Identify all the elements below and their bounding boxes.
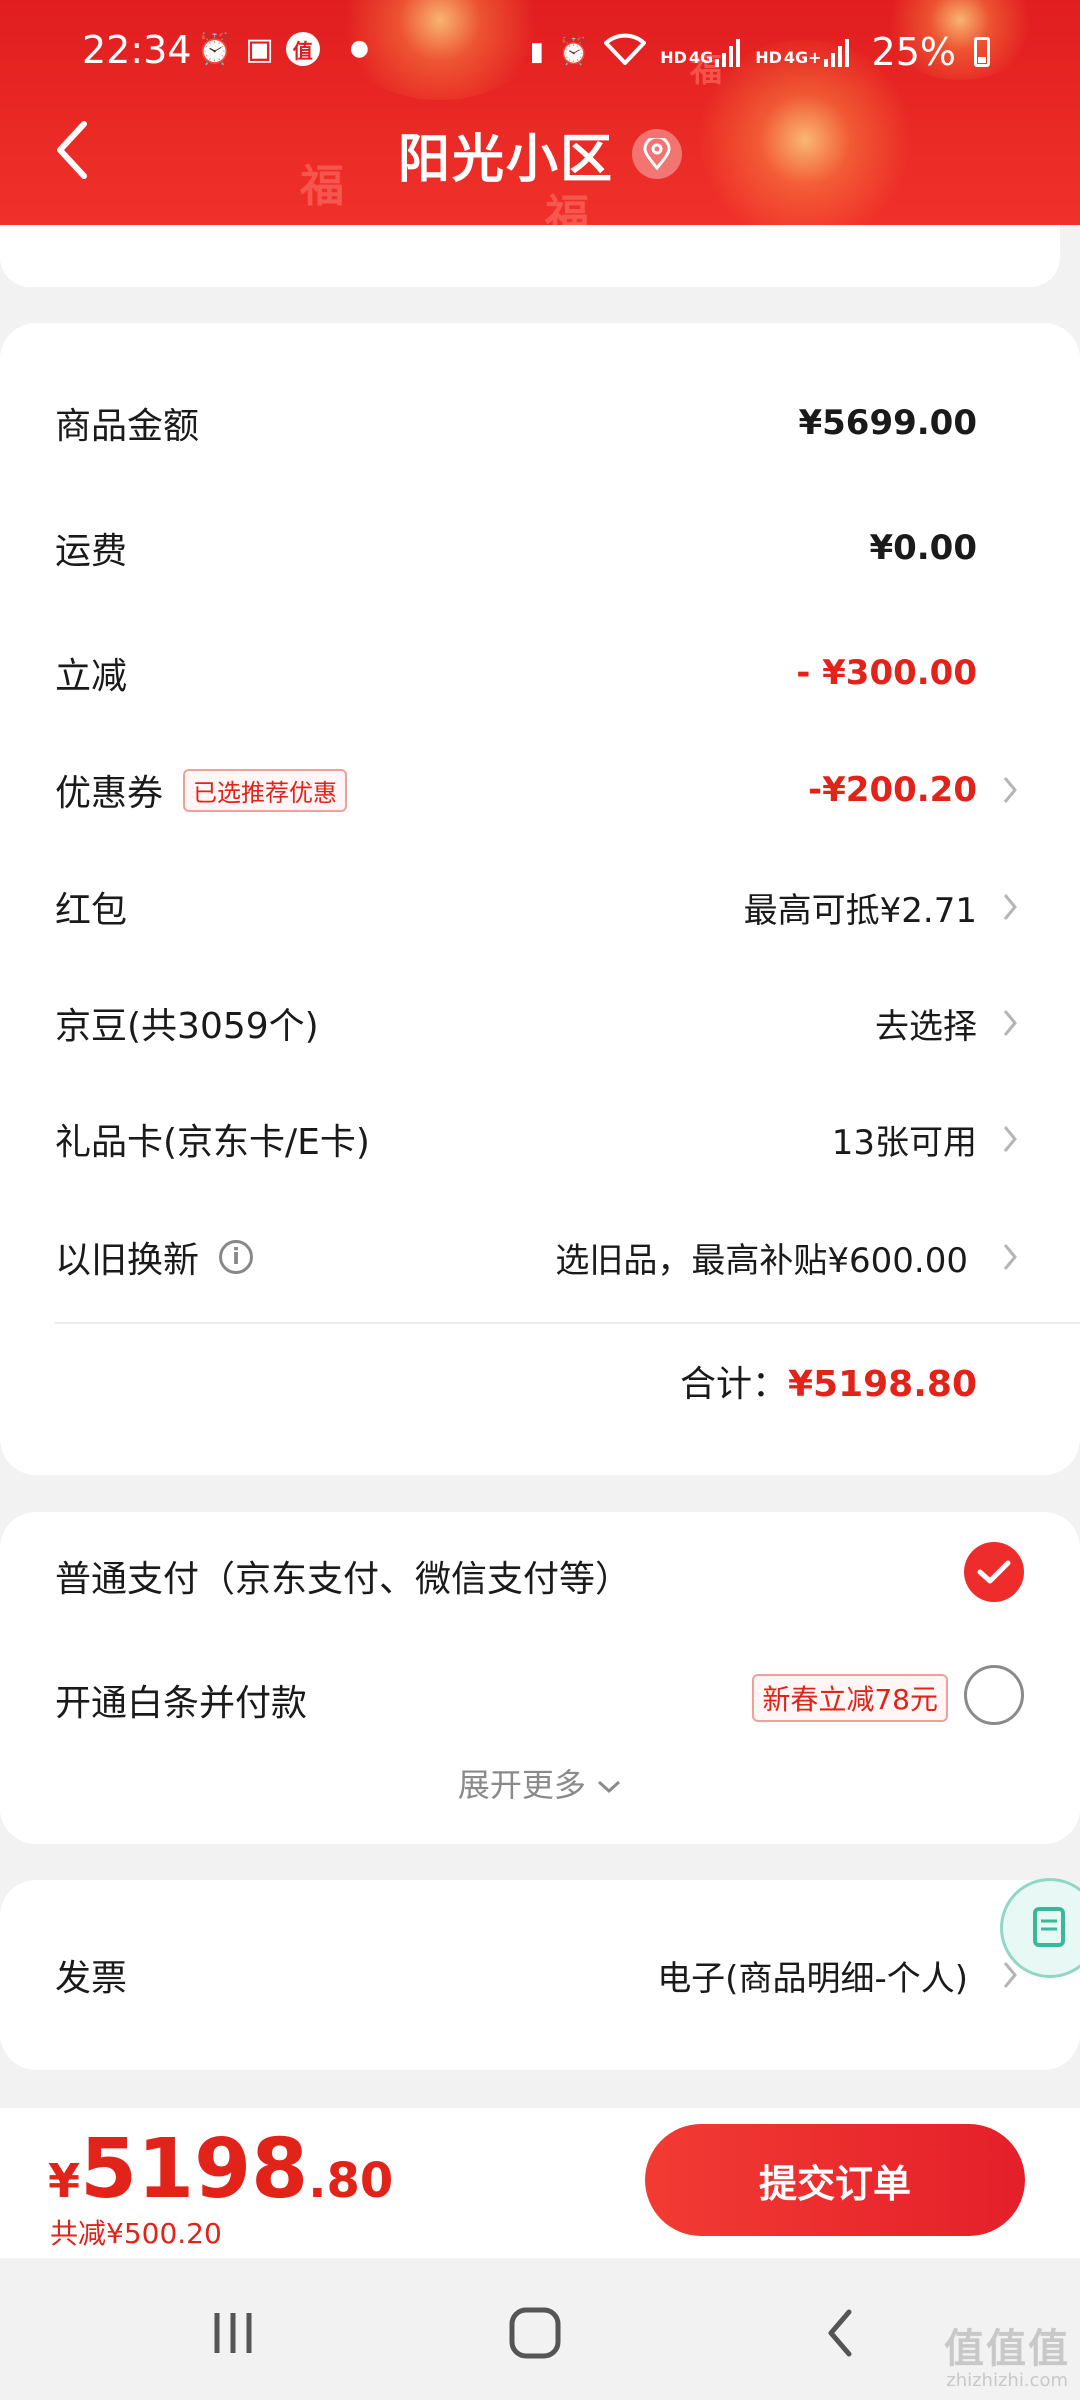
watermark-logo: 值值值 bbox=[944, 2326, 1070, 2372]
home-button[interactable] bbox=[500, 2298, 570, 2368]
page-title[interactable]: 阳光小区 bbox=[398, 117, 614, 192]
location-button[interactable] bbox=[632, 129, 682, 179]
home-icon bbox=[509, 2307, 561, 2359]
system-nav-bar bbox=[0, 2258, 1080, 2400]
checkout-bar: ¥ 5198 .80 共减¥500.20 提交订单 bbox=[0, 2108, 1080, 2258]
chevron-right-icon bbox=[1003, 894, 1017, 920]
alarm-icon: ⏰ bbox=[196, 32, 234, 67]
summary-row-trade-in[interactable]: 以旧换新 i 选旧品，最高补贴¥600.00 bbox=[55, 1212, 1080, 1302]
battery-percent: 25% bbox=[871, 30, 956, 74]
watermark-url: zhizhizhi.com bbox=[946, 2370, 1068, 2391]
receipt-icon bbox=[1033, 1907, 1065, 1947]
row-value: 13张可用 bbox=[831, 1122, 977, 1163]
gallery-icon: ▣ bbox=[245, 32, 274, 67]
payment-option-baitiao-radio[interactable] bbox=[964, 1665, 1024, 1725]
row-value: ¥0.00 bbox=[869, 528, 977, 568]
recent-apps-icon bbox=[214, 2313, 252, 2353]
row-value: 选旧品，最高补贴¥600.00 bbox=[555, 1240, 968, 1281]
row-value: -¥200.20 bbox=[808, 770, 977, 810]
final-price: ¥ 5198 .80 bbox=[48, 2122, 393, 2217]
row-value: 电子(商品明细-个人) bbox=[657, 1958, 968, 1999]
recent-apps-button[interactable] bbox=[198, 2298, 268, 2368]
row-label: 优惠券 已选推荐优惠 bbox=[55, 764, 348, 816]
chevron-right-icon bbox=[1003, 1010, 1017, 1036]
row-value: - ¥300.00 bbox=[796, 653, 977, 693]
chevron-down-icon bbox=[598, 1780, 621, 1794]
invoice-row[interactable]: 发票 电子(商品明细-个人) bbox=[55, 1930, 1080, 2020]
summary-row-shipping: 运费 ¥0.00 bbox=[55, 503, 1080, 593]
payment-option-normal-label[interactable]: 普通支付（京东支付、微信支付等） bbox=[55, 1550, 631, 1602]
checkmark-icon bbox=[977, 1560, 1011, 1584]
price-decimal: .80 bbox=[308, 2153, 394, 2209]
alarm-icon: ⏰ bbox=[557, 37, 591, 67]
expand-more-label: 展开更多 bbox=[457, 1766, 586, 1804]
summary-row-goods-amount: 商品金额 ¥5699.00 bbox=[55, 378, 1080, 468]
saved-amount: 共减¥500.20 bbox=[50, 2217, 222, 2250]
coupon-tag: 已选推荐优惠 bbox=[183, 768, 348, 812]
price-integer: 5198 bbox=[80, 2122, 309, 2217]
row-label: 京豆(共3059个) bbox=[55, 1006, 319, 1047]
status-icons-right: ▮ ⏰ HD 4G HD 4G+ 25% bbox=[530, 30, 990, 74]
row-label: 以旧换新 i bbox=[55, 1231, 254, 1283]
row-value: ¥5699.00 bbox=[798, 403, 977, 443]
row-value: 最高可抵¥2.71 bbox=[743, 890, 977, 931]
title-wrap: 阳光小区 bbox=[0, 118, 1080, 190]
total-row: 合计： ¥5198.80 bbox=[680, 1355, 977, 1407]
price-currency: ¥ bbox=[48, 2154, 81, 2208]
chevron-right-icon bbox=[1003, 1126, 1017, 1152]
promo-tag: 新春立减78元 bbox=[752, 1674, 948, 1722]
battery-icon bbox=[974, 37, 990, 67]
hd-4g-signal-icon: HD 4G+ bbox=[755, 37, 849, 67]
status-time: 22:34 bbox=[82, 28, 192, 72]
row-label: 红包 bbox=[55, 890, 128, 931]
summary-row-jd-beans[interactable]: 京豆(共3059个) 去选择 bbox=[55, 978, 1080, 1068]
total-label: 合计： bbox=[679, 1364, 788, 1405]
row-label-text: 以旧换新 bbox=[55, 1240, 200, 1281]
row-value: 去选择 bbox=[875, 1006, 977, 1047]
location-pin-icon bbox=[643, 138, 671, 170]
submit-order-button[interactable]: 提交订单 bbox=[645, 2124, 1025, 2236]
row-label: 发票 bbox=[55, 1958, 128, 1999]
dot-icon: ● bbox=[349, 36, 369, 61]
chevron-right-icon bbox=[1003, 777, 1017, 803]
zhi-app-icon: 值 bbox=[285, 32, 320, 66]
payment-option-normal-radio[interactable] bbox=[964, 1542, 1024, 1602]
status-icons-left: ⏰ ▣ 值 ● bbox=[196, 32, 369, 67]
hd-4g-signal-icon: HD 4G bbox=[660, 37, 741, 67]
back-icon bbox=[828, 2309, 852, 2357]
row-label-text: 优惠券 bbox=[55, 773, 164, 814]
chevron-right-icon bbox=[1003, 1244, 1017, 1270]
wifi-icon bbox=[603, 33, 648, 72]
row-label: 立减 bbox=[55, 656, 128, 697]
row-label: 运费 bbox=[55, 531, 128, 572]
summary-row-instant-discount: 立减 - ¥300.00 bbox=[55, 628, 1080, 718]
payment-option-baitiao-label[interactable]: 开通白条并付款 bbox=[55, 1674, 307, 1726]
row-label: 礼品卡(京东卡/E卡) bbox=[55, 1122, 370, 1163]
app-header: 福 福 福 22:34 ⏰ ▣ 值 ● ▮ ⏰ HD 4G HD 4G+ 25%… bbox=[0, 0, 1080, 225]
battery-saver-icon: ▮ bbox=[529, 37, 544, 67]
summary-row-red-packet[interactable]: 红包 最高可抵¥2.71 bbox=[55, 862, 1080, 952]
summary-row-gift-card[interactable]: 礼品卡(京东卡/E卡) 13张可用 bbox=[55, 1094, 1080, 1184]
expand-more-button[interactable]: 展开更多 bbox=[0, 1760, 1080, 1806]
info-icon[interactable]: i bbox=[219, 1240, 254, 1274]
total-value: ¥5198.80 bbox=[787, 1364, 977, 1405]
summary-row-coupon[interactable]: 优惠券 已选推荐优惠 -¥200.20 bbox=[55, 745, 1080, 835]
previous-card-peek bbox=[0, 225, 1060, 287]
divider bbox=[55, 1322, 1080, 1324]
system-back-button[interactable] bbox=[805, 2298, 875, 2368]
status-bar: 22:34 ⏰ ▣ 值 ● ▮ ⏰ HD 4G HD 4G+ 25% bbox=[0, 0, 1080, 100]
row-label: 商品金额 bbox=[55, 406, 200, 447]
